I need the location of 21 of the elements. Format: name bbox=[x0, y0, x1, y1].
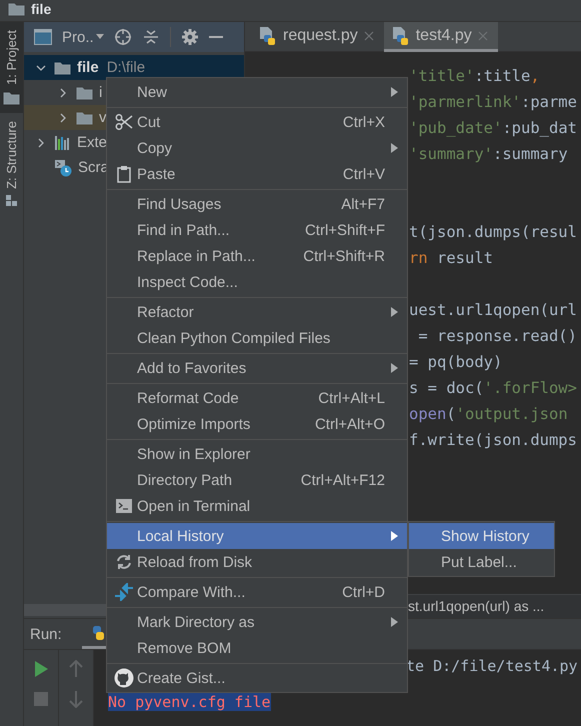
code-line: 'summary':summary bbox=[409, 144, 569, 165]
code-line: open('output.json bbox=[409, 404, 569, 425]
console-output: te D:/file/test4.py bbox=[405, 656, 578, 676]
tree-label: Exte bbox=[77, 134, 108, 151]
code-line: 'pub_date':pub_dat bbox=[409, 118, 578, 139]
tree-label: v bbox=[99, 109, 106, 126]
error-output: No pyvenv.cfg file bbox=[108, 693, 271, 711]
code-line: f.write(json.dumps bbox=[409, 430, 578, 451]
code-line: rn result bbox=[409, 248, 494, 269]
window-title: file bbox=[31, 1, 52, 17]
code-line: 'title':title, bbox=[409, 66, 541, 87]
code-line: s = doc('.forFlow> bbox=[409, 378, 578, 399]
code-line: = pq(body) bbox=[409, 352, 504, 373]
folder-path: D:\file bbox=[106, 59, 146, 76]
tree-label: i bbox=[99, 84, 102, 101]
tree-label: file bbox=[77, 59, 99, 76]
code-line: = response.read() bbox=[417, 326, 578, 347]
panel-title: Run: bbox=[30, 626, 62, 642]
code-line: t(json.dumps(resul bbox=[409, 222, 578, 243]
code-line: 'parmerlink':parme bbox=[409, 92, 578, 113]
code-line: uest.url1qopen(url bbox=[409, 300, 578, 321]
